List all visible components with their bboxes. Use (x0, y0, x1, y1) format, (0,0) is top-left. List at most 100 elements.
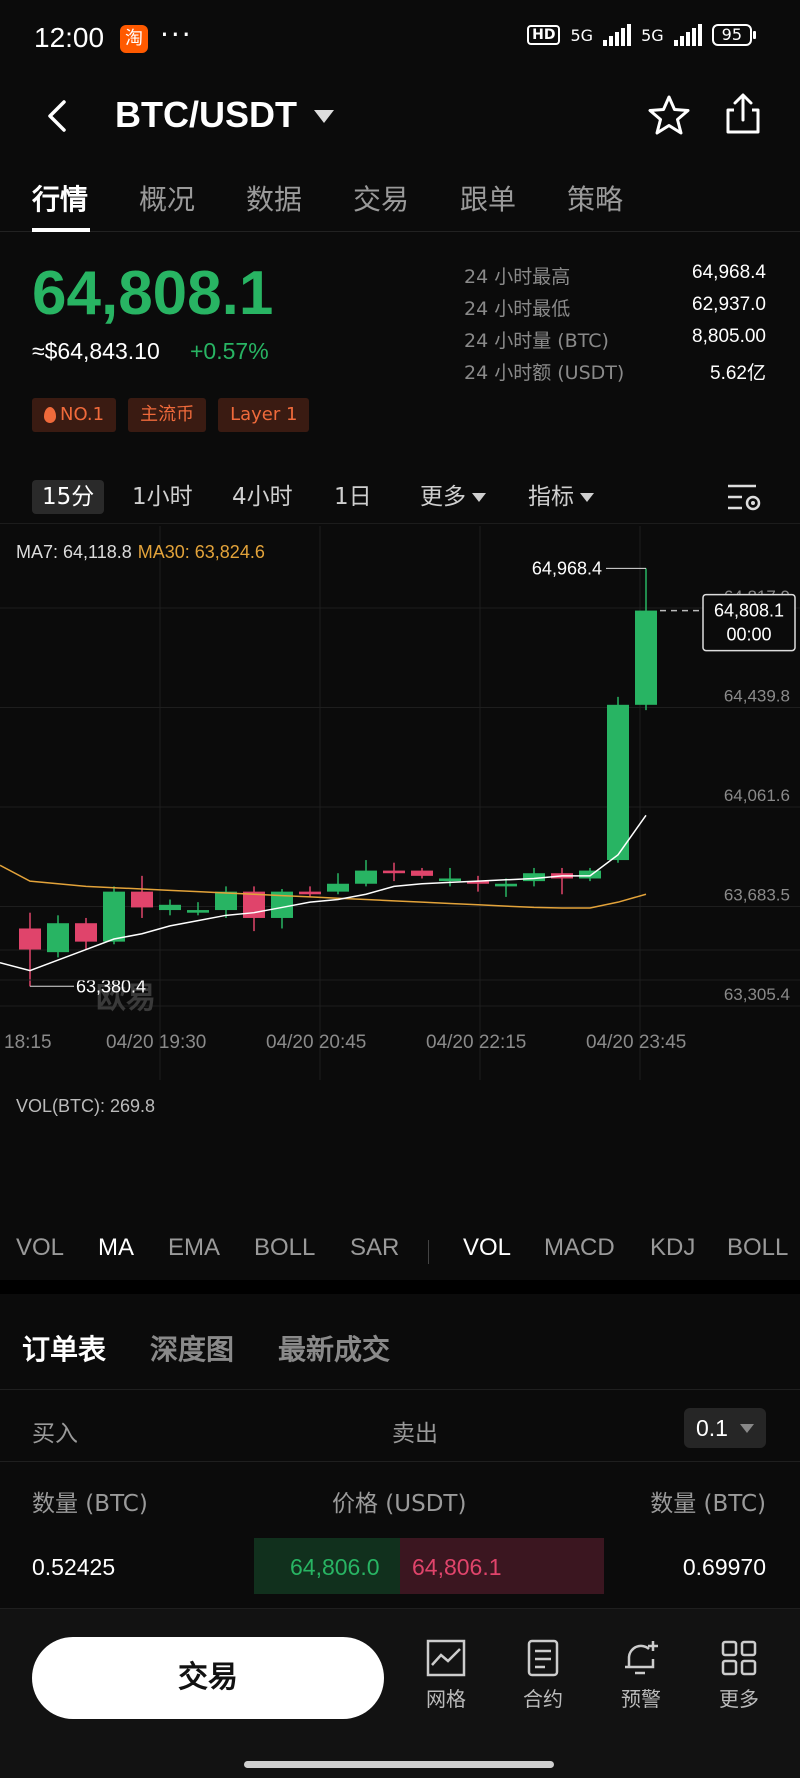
bell-plus-icon (625, 1641, 658, 1675)
sub-indicator-vol[interactable]: VOL (463, 1234, 511, 1262)
alert-button[interactable]: 预警 (601, 1639, 681, 1712)
ma7-legend: MA7: 64,118.8 (16, 542, 132, 562)
coin-tags: NO.1 主流币 Layer 1 (32, 398, 310, 432)
ticker-stats: 24 小时最高 64,968.4 24 小时最低 62,937.0 24 小时量 (… (464, 262, 766, 390)
tab-data[interactable]: 数据 (246, 178, 302, 218)
sub-indicator-boll[interactable]: BOLL (727, 1234, 788, 1262)
indicator-divider (428, 1240, 429, 1264)
futures-button[interactable]: 合约 (503, 1639, 583, 1712)
chevron-down-icon (472, 493, 486, 502)
tab-order-book[interactable]: 订单表 (22, 1328, 106, 1368)
price-change: +0.57% (190, 338, 269, 364)
tab-depth-chart[interactable]: 深度图 (150, 1328, 234, 1368)
stat-value: 5.62亿 (710, 363, 766, 384)
indicator-ema[interactable]: EMA (168, 1234, 220, 1262)
candle-body (159, 904, 181, 911)
orderbook-columns: 数量 (BTC) 价格 (USDT) 数量 (BTC) (0, 1478, 800, 1518)
pair-title[interactable]: BTC/USDT (115, 94, 297, 136)
indicator-label: 指标 (528, 484, 574, 510)
stat-row: 24 小时最低 62,937.0 (464, 294, 766, 326)
interval-15m[interactable]: 15分 (32, 480, 105, 514)
interval-4h[interactable]: 4小时 (232, 480, 293, 514)
main-tabs: 行情 概况 数据 交易 跟单 策略 (0, 168, 800, 232)
sub-indicator-macd[interactable]: MACD (544, 1234, 615, 1262)
grid-button[interactable]: 网格 (406, 1639, 486, 1712)
bid-qty: 0.52425 (32, 1554, 116, 1580)
stat-row: 24 小时额 (USDT) 5.62亿 (464, 358, 766, 390)
stat-label: 24 小时最低 (464, 298, 571, 320)
interval-1h[interactable]: 1小时 (132, 480, 193, 514)
candle-body (215, 891, 237, 911)
taobao-app-icon: 淘 (120, 25, 148, 53)
x-tick-label: 04/20 22:15 (426, 1032, 526, 1053)
candle-body (299, 891, 321, 895)
grid-icon (426, 1639, 466, 1677)
orderbook-row[interactable]: 0.52425 64,806.0 64,806.1 0.69970 (0, 1536, 800, 1598)
tag-layer1[interactable]: Layer 1 (218, 398, 310, 432)
network-label-2: 5G (641, 25, 664, 45)
bottom-action-bar: 交易 网格 合约 预警 更多 (0, 1608, 800, 1778)
usd-price: ≈$64,843.10 (32, 338, 160, 364)
candle-body (19, 928, 41, 950)
tab-trade[interactable]: 交易 (353, 178, 409, 218)
tab-copy-trading[interactable]: 跟单 (460, 178, 516, 218)
contract-icon (527, 1639, 559, 1677)
candle-body (607, 704, 629, 861)
tab-market[interactable]: 行情 (32, 178, 88, 218)
precision-select[interactable]: 0.1 (684, 1408, 766, 1448)
active-tab-indicator (32, 228, 90, 232)
ma30-legend: MA30: 63,824.6 (137, 542, 265, 562)
col-price: 价格 (USDT) (332, 1491, 467, 1517)
more-intervals-button[interactable]: 更多 (420, 480, 486, 514)
top-nav: BTC/USDT (0, 80, 800, 152)
low-label: 63,380.4 (76, 976, 146, 996)
candle-body (635, 610, 657, 705)
tab-latest-trades[interactable]: 最新成交 (278, 1328, 390, 1368)
tag-mainstream[interactable]: 主流币 (128, 398, 207, 432)
orderbook-tabs: 订单表 深度图 最新成交 (0, 1310, 800, 1390)
candlestick-chart[interactable]: 64,817.964,439.864,061.663,683.563,305.4… (0, 526, 800, 1080)
status-bar: 12:00 淘 ··· HD 5G 5G 95 (0, 0, 800, 80)
favorite-star-icon[interactable] (648, 94, 690, 136)
back-icon[interactable] (40, 96, 76, 136)
more-button[interactable]: 更多 (699, 1639, 779, 1712)
stat-row: 24 小时量 (BTC) 8,805.00 (464, 326, 766, 358)
more-grid-icon (721, 1640, 757, 1676)
stat-label: 24 小时量 (BTC) (464, 330, 609, 352)
indicator-sar[interactable]: SAR (350, 1234, 399, 1262)
tab-overview[interactable]: 概况 (139, 178, 195, 218)
candle-body (47, 923, 69, 953)
home-indicator (244, 1761, 554, 1768)
candle-body (579, 870, 601, 879)
futures-label: 合约 (523, 1687, 563, 1711)
col-ask-qty: 数量 (BTC) (650, 1491, 766, 1517)
tab-strategy[interactable]: 策略 (567, 178, 623, 218)
pair-dropdown-icon[interactable] (314, 110, 334, 123)
indicator-vol[interactable]: VOL (16, 1234, 64, 1262)
stat-label: 24 小时最高 (464, 266, 571, 288)
grid-label: 网格 (426, 1687, 466, 1711)
y-tick-label: 63,305.4 (724, 985, 790, 1004)
candle-body (439, 878, 461, 882)
tag-rank[interactable]: NO.1 (32, 398, 117, 432)
candle-body (383, 870, 405, 874)
sub-indicator-kdj[interactable]: KDJ (650, 1234, 695, 1262)
current-price-label: 64,808.1 (714, 601, 784, 621)
interval-1d[interactable]: 1日 (334, 480, 372, 514)
interval-bar: 15分 1小时 4小时 1日 更多 指标 (0, 468, 800, 524)
stat-label: 24 小时额 (USDT) (464, 362, 625, 384)
indicator-boll[interactable]: BOLL (254, 1234, 315, 1262)
candle-body (103, 891, 125, 942)
share-icon[interactable] (722, 92, 764, 136)
more-intervals-label: 更多 (420, 484, 466, 510)
indicator-ma[interactable]: MA (98, 1234, 134, 1262)
trade-button[interactable]: 交易 (32, 1637, 384, 1719)
stat-row: 24 小时最高 64,968.4 (464, 262, 766, 294)
status-indicators: HD 5G 5G 95 (527, 24, 757, 46)
chart-settings-icon[interactable] (726, 482, 762, 512)
x-tick-label: 04/20 23:45 (586, 1032, 686, 1053)
stat-value: 8,805.00 (692, 326, 766, 347)
y-tick-label: 64,439.8 (724, 686, 790, 705)
countdown-label: 00:00 (726, 625, 771, 645)
indicator-button[interactable]: 指标 (528, 480, 594, 514)
